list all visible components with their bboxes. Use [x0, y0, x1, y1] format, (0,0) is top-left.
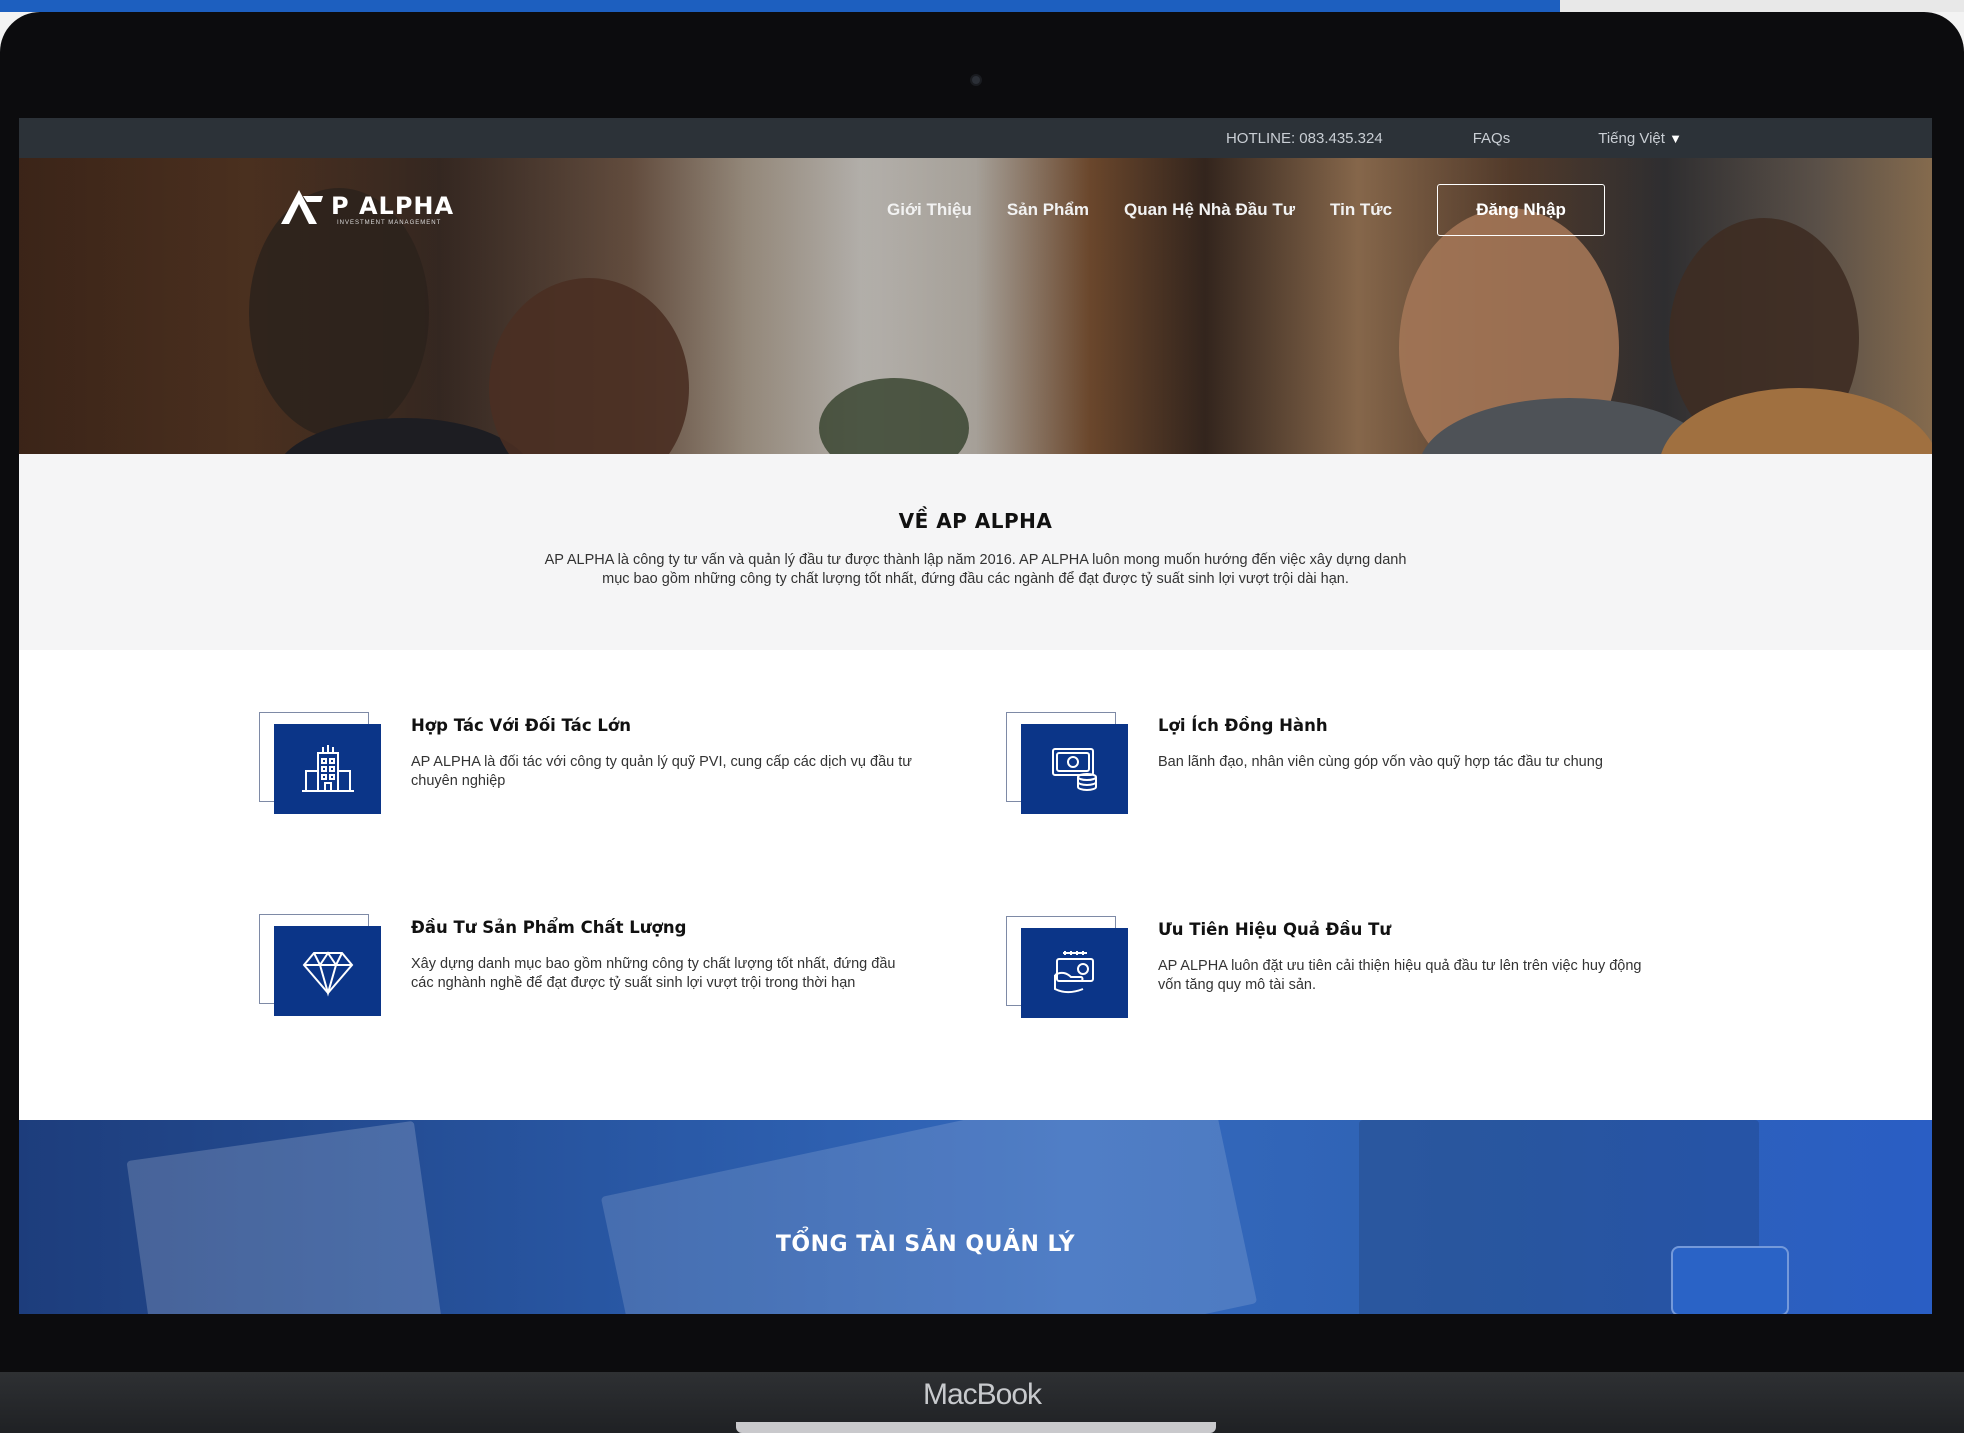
diamond-icon: [274, 926, 381, 1016]
feature-item: Đầu Tư Sản Phẩm Chất Lượng Xây dựng danh…: [259, 914, 921, 1016]
logo-text: P ALPHA: [331, 192, 455, 220]
features-section: Hợp Tác Với Đối Tác Lớn AP ALPHA là đối …: [19, 650, 1932, 1120]
feature-icon-box: [259, 914, 381, 1016]
feature-item: Hợp Tác Với Đối Tác Lớn AP ALPHA là đối …: [259, 712, 921, 814]
feature-text: Ưu Tiên Hiệu Quả Đầu Tư AP ALPHA luôn đặ…: [1158, 916, 1668, 1018]
nav-item-san-pham[interactable]: Sản Phẩm: [1007, 200, 1089, 220]
logo-subtitle: INVESTMENT MANAGEMENT: [337, 220, 442, 226]
about-text-line: mục bao gồm những công ty chất lượng tốt…: [602, 571, 1349, 587]
about-text: AP ALPHA là công ty tư vấn và quản lý đầ…: [436, 551, 1516, 589]
language-label: Tiếng Việt: [1598, 129, 1665, 147]
assets-banner: TỔNG TÀI SẢN QUẢN LÝ: [19, 1120, 1932, 1314]
feature-description: Xây dựng danh mục bao gồm những công ty …: [411, 956, 896, 991]
feature-title: Hợp Tác Với Đối Tác Lớn: [411, 716, 631, 735]
laptop-bezel: HOTLINE: 083.435.324 FAQs Tiếng Việt ▼ P: [0, 12, 1964, 1372]
feature-item: Lợi Ích Đồng Hành Ban lãnh đạo, nhân viê…: [1006, 712, 1668, 814]
about-text-line: AP ALPHA là công ty tư vấn và quản lý đầ…: [544, 552, 1407, 568]
utility-bar: HOTLINE: 083.435.324 FAQs Tiếng Việt ▼: [19, 118, 1932, 158]
money-coins-icon: [1021, 724, 1128, 814]
feature-icon-box: [259, 712, 381, 814]
camera-icon: [970, 74, 982, 86]
feature-title: Lợi Ích Đồng Hành: [1158, 716, 1328, 735]
hero-photo-shape: [819, 378, 969, 454]
feature-text: Hợp Tác Với Đối Tác Lớn AP ALPHA là đối …: [411, 712, 921, 814]
browser-top-strip: [0, 0, 1560, 12]
hero-header: P ALPHA INVESTMENT MANAGEMENT Giới Thiệu…: [19, 158, 1932, 454]
feature-description: AP ALPHA là đối tác với công ty quản lý …: [411, 754, 912, 789]
feature-description: Ban lãnh đạo, nhân viên cùng góp vốn vào…: [1158, 754, 1603, 770]
logo-mark-icon: [281, 190, 323, 224]
faqs-link[interactable]: FAQs: [1473, 130, 1511, 147]
nav-item-gioi-thieu[interactable]: Giới Thiệu: [887, 200, 972, 220]
login-button[interactable]: Đăng Nhập: [1437, 184, 1606, 236]
hand-money-icon: [1021, 928, 1128, 1018]
building-icon: [274, 724, 381, 814]
laptop-notch: [736, 1422, 1216, 1433]
macbook-label: MacBook: [922, 1378, 1042, 1411]
nav-item-tin-tuc[interactable]: Tin Tức: [1330, 200, 1392, 220]
about-title: VỀ AP ALPHA: [898, 509, 1053, 533]
caret-down-icon: ▼: [1669, 130, 1682, 146]
feature-icon-box: [1006, 916, 1128, 1018]
banner-background-shape: [600, 1120, 1258, 1314]
website-screen: HOTLINE: 083.435.324 FAQs Tiếng Việt ▼ P: [19, 118, 1932, 1314]
language-select[interactable]: Tiếng Việt ▼: [1598, 130, 1682, 147]
feature-description: AP ALPHA luôn đặt ưu tiên cải thiện hiệu…: [1158, 958, 1642, 993]
feature-item: Ưu Tiên Hiệu Quả Đầu Tư AP ALPHA luôn đặ…: [1006, 916, 1668, 1018]
feature-icon-box: [1006, 712, 1128, 814]
feature-text: Lợi Ích Đồng Hành Ban lãnh đạo, nhân viê…: [1158, 712, 1668, 814]
hero-photo-shape: [489, 278, 689, 454]
banner-background-shape: [126, 1120, 442, 1314]
nav-item-quan-he-nha-dau-tu[interactable]: Quan Hệ Nhà Đầu Tư: [1124, 200, 1295, 220]
hotline-link[interactable]: HOTLINE: 083.435.324: [1226, 130, 1383, 147]
about-section: VỀ AP ALPHA AP ALPHA là công ty tư vấn v…: [19, 454, 1932, 650]
feature-title: Đầu Tư Sản Phẩm Chất Lượng: [411, 918, 687, 937]
browser-top-strip-right: [1560, 0, 1964, 12]
main-nav: Giới Thiệu Sản Phẩm Quan Hệ Nhà Đầu Tư T…: [887, 184, 1606, 236]
feature-title: Ưu Tiên Hiệu Quả Đầu Tư: [1158, 920, 1392, 939]
feature-text: Đầu Tư Sản Phẩm Chất Lượng Xây dựng danh…: [411, 914, 921, 1016]
banner-title: TỔNG TÀI SẢN QUẢN LÝ: [775, 1232, 1076, 1257]
ap-alpha-logo[interactable]: P ALPHA INVESTMENT MANAGEMENT: [277, 186, 454, 226]
